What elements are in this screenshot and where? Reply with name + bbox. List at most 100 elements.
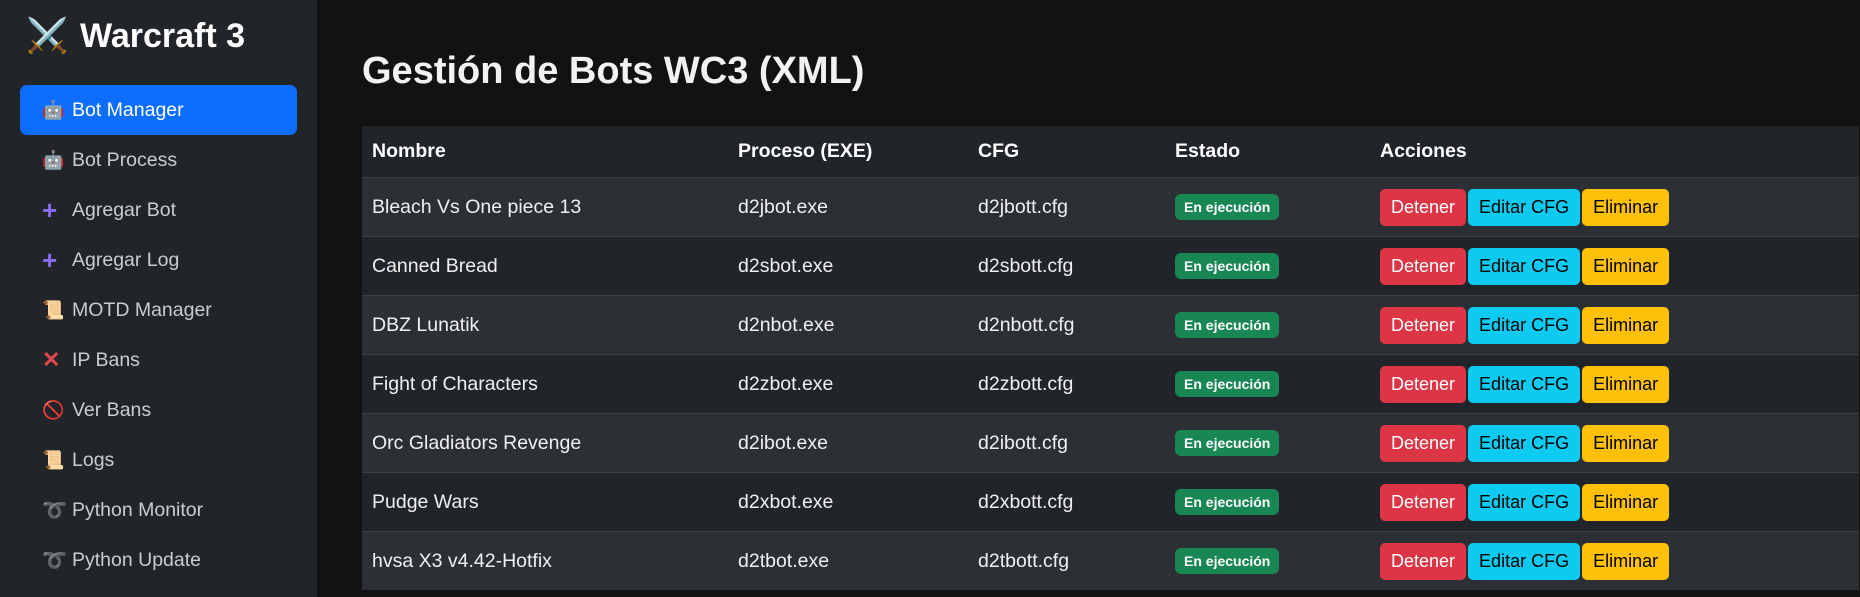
crossed-swords-icon: ⚔️	[26, 17, 69, 55]
sidebar-item-agregar-log[interactable]: + Agregar Log	[20, 235, 297, 285]
sidebar-item-ver-bans[interactable]: 🚫 Ver Bans	[20, 385, 297, 435]
sidebar-item-motd-manager[interactable]: 📜 MOTD Manager	[20, 285, 297, 335]
table-row: Canned Bread d2sbot.exe d2sbott.cfg En ejec…	[362, 236, 1859, 296]
status-cell: En ejecución	[1165, 472, 1370, 532]
bot-cfg-cell: d2nbott.cfg	[968, 295, 1165, 355]
bot-exe-cell: d2ibot.exe	[728, 413, 968, 473]
bot-name-cell: Bleach Vs One piece 13	[362, 177, 728, 237]
sidebar-item-ip-bans[interactable]: ✕ IP Bans	[20, 335, 297, 385]
bot-exe-cell: d2jbot.exe	[728, 177, 968, 237]
sidebar-item-label: IP Bans	[72, 348, 140, 371]
status-badge: En ejecución	[1175, 489, 1280, 515]
sidebar-item-label: Bot Manager	[72, 98, 184, 121]
table-row: Fight of Characters d2zbot.exe d2zbott.cfg…	[362, 354, 1859, 414]
sidebar-item-label: Python Monitor	[72, 498, 204, 521]
actions-cell: Detener Editar CFG Eliminar	[1370, 236, 1859, 296]
stop-button[interactable]: Detener	[1380, 424, 1467, 462]
delete-button[interactable]: Eliminar	[1582, 306, 1670, 344]
header-nombre: Nombre	[362, 126, 728, 178]
sidebar-item-logs[interactable]: 📜 Logs	[20, 435, 297, 485]
bot-name-cell: hvsa X3 v4.42-Hotfix	[362, 531, 728, 590]
app-root: ⚔️ Warcraft 3 🤖 Bot Manager 🤖 Bot Process + A…	[0, 0, 1860, 597]
bots-table: Nombre Proceso (EXE) CFG Estado Acciones…	[362, 126, 1859, 590]
bot-cfg-cell: d2sbott.cfg	[968, 236, 1165, 296]
actions-cell: Detener Editar CFG Eliminar	[1370, 531, 1859, 590]
edit-cfg-button[interactable]: Editar CFG	[1468, 542, 1581, 580]
status-cell: En ejecución	[1165, 354, 1370, 414]
table-row: Orc Gladiators Revenge d2ibot.exe d2ibott.…	[362, 413, 1859, 473]
prohibited-icon: 🚫	[42, 399, 65, 420]
edit-cfg-button[interactable]: Editar CFG	[1468, 188, 1581, 226]
sidebar: ⚔️ Warcraft 3 🤖 Bot Manager 🤖 Bot Process + A…	[0, 0, 317, 597]
bot-exe-cell: d2sbot.exe	[728, 236, 968, 296]
table-header-row: Nombre Proceso (EXE) CFG Estado Acciones	[362, 126, 1859, 178]
scroll-icon: 📜	[42, 299, 65, 320]
stop-button[interactable]: Detener	[1380, 542, 1467, 580]
status-badge: En ejecución	[1175, 430, 1280, 456]
stop-button[interactable]: Detener	[1380, 306, 1467, 344]
sidebar-item-label: Python Update	[72, 548, 202, 571]
edit-cfg-button[interactable]: Editar CFG	[1468, 247, 1581, 285]
bot-name-cell: Fight of Characters	[362, 354, 728, 414]
status-cell: En ejecución	[1165, 531, 1370, 590]
sidebar-item-bot-process[interactable]: 🤖 Bot Process	[20, 135, 297, 185]
edit-cfg-button[interactable]: Editar CFG	[1468, 424, 1581, 462]
bot-exe-cell: d2zbot.exe	[728, 354, 968, 414]
brand-title: Warcraft 3	[80, 16, 246, 55]
delete-button[interactable]: Eliminar	[1582, 365, 1670, 403]
delete-button[interactable]: Eliminar	[1582, 188, 1670, 226]
table-row: Pudge Wars d2xbot.exe d2xbott.cfg En ejecuc…	[362, 472, 1859, 532]
bot-cfg-cell: d2ibott.cfg	[968, 413, 1165, 473]
bot-exe-cell: d2xbot.exe	[728, 472, 968, 532]
plus-icon: +	[42, 195, 58, 225]
header-estado: Estado	[1165, 126, 1370, 178]
status-badge: En ejecución	[1175, 548, 1280, 574]
cross-icon: ✕	[42, 347, 61, 372]
loop-icon: ➰	[42, 549, 67, 572]
loop-icon: ➰	[42, 499, 67, 522]
delete-button[interactable]: Eliminar	[1582, 247, 1670, 285]
bot-name-cell: Pudge Wars	[362, 472, 728, 532]
sidebar-item-label: Ver Bans	[72, 398, 152, 421]
sidebar-item-python-update[interactable]: ➰ Python Update	[20, 535, 297, 585]
actions-cell: Detener Editar CFG Eliminar	[1370, 354, 1859, 414]
delete-button[interactable]: Eliminar	[1582, 424, 1670, 462]
header-acciones: Acciones	[1370, 126, 1859, 178]
actions-cell: Detener Editar CFG Eliminar	[1370, 472, 1859, 532]
actions-cell: Detener Editar CFG Eliminar	[1370, 177, 1859, 237]
edit-cfg-button[interactable]: Editar CFG	[1468, 365, 1581, 403]
page-title: Gestión de Bots WC3 (XML)	[362, 50, 865, 92]
table-row: hvsa X3 v4.42-Hotfix d2tbot.exe d2tbott.cf…	[362, 531, 1859, 590]
sidebar-item-python-monitor[interactable]: ➰ Python Monitor	[20, 485, 297, 535]
header-proceso: Proceso (EXE)	[728, 126, 968, 178]
plus-icon: +	[42, 245, 58, 275]
status-cell: En ejecución	[1165, 177, 1370, 237]
sidebar-item-agregar-bot[interactable]: + Agregar Bot	[20, 185, 297, 235]
sidebar-item-label: Agregar Bot	[72, 198, 177, 221]
bots-table-wrapper: Nombre Proceso (EXE) CFG Estado Acciones…	[362, 126, 1859, 590]
status-badge: En ejecución	[1175, 371, 1280, 397]
delete-button[interactable]: Eliminar	[1582, 483, 1670, 521]
table-row: DBZ Lunatik d2nbot.exe d2nbott.cfg En ejecu…	[362, 295, 1859, 355]
main-content: Gestión de Bots WC3 (XML) Nombre Proceso…	[317, 0, 1860, 597]
status-badge: En ejecución	[1175, 312, 1280, 338]
delete-button[interactable]: Eliminar	[1582, 542, 1670, 580]
stop-button[interactable]: Detener	[1380, 188, 1467, 226]
status-cell: En ejecución	[1165, 413, 1370, 473]
scroll-icon: 📜	[42, 449, 65, 470]
brand: ⚔️ Warcraft 3	[20, 0, 297, 72]
bot-name-cell: Canned Bread	[362, 236, 728, 296]
stop-button[interactable]: Detener	[1380, 483, 1467, 521]
robot-icon: 🤖	[42, 99, 65, 120]
stop-button[interactable]: Detener	[1380, 247, 1467, 285]
sidebar-item-label: Agregar Log	[72, 248, 180, 271]
sidebar-item-label: MOTD Manager	[72, 298, 212, 321]
edit-cfg-button[interactable]: Editar CFG	[1468, 306, 1581, 344]
stop-button[interactable]: Detener	[1380, 365, 1467, 403]
edit-cfg-button[interactable]: Editar CFG	[1468, 483, 1581, 521]
sidebar-item-bot-manager[interactable]: 🤖 Bot Manager	[20, 85, 297, 135]
bot-cfg-cell: d2tbott.cfg	[968, 531, 1165, 590]
bot-name-cell: Orc Gladiators Revenge	[362, 413, 728, 473]
bot-cfg-cell: d2xbott.cfg	[968, 472, 1165, 532]
status-cell: En ejecución	[1165, 236, 1370, 296]
